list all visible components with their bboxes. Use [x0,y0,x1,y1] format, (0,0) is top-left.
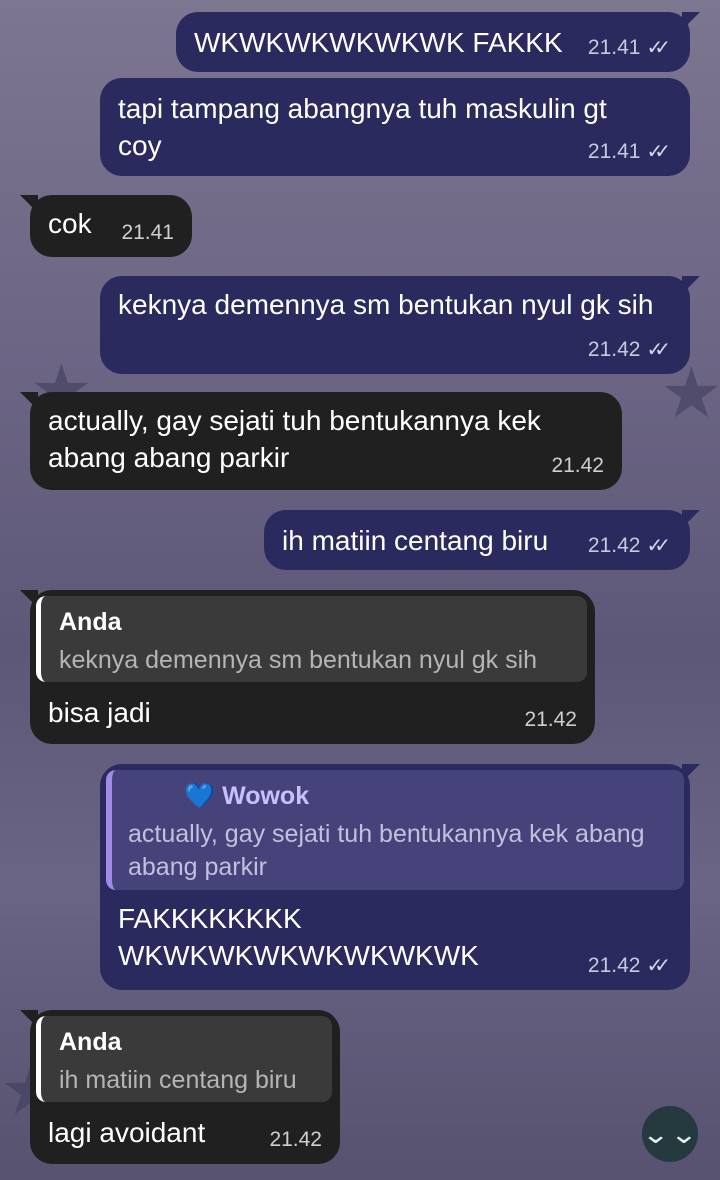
message-meta: 21.41 ✓✓ [588,139,672,164]
message-bubble-incoming[interactable]: actually, gay sejati tuh bentukannya kek… [20,392,622,490]
reply-text: actually, gay sejati tuh bentukannya kek… [128,820,645,881]
message-bubble-incoming[interactable]: cok 21.41 [20,195,192,257]
bubble-tail [682,12,700,30]
double-check-icon: ✓✓ [646,141,670,163]
message-meta: 21.41 [121,221,174,245]
message-bubble-incoming[interactable]: Anda keknya demennya sm bentukan nyul gk… [20,590,595,744]
message-text: bisa jadi [48,697,151,728]
reply-text: keknya demennya sm bentukan nyul gk sih [59,646,538,674]
message-text: actually, gay sejati tuh bentukannya kek… [48,405,541,473]
message-time: 21.41 [587,35,641,59]
message-meta: 21.42 [551,454,604,478]
bubble-tail [682,510,700,528]
message-text: lagi avoidant [48,1117,206,1148]
message-meta: 21.42 ✓✓ [588,337,672,362]
scroll-down-button[interactable]: ⌄⌄ [642,1106,698,1162]
reply-quote[interactable]: Anda ih matiin centang biru [36,1016,332,1102]
message-bubble-outgoing[interactable]: WKWKWKWKWKWK FAKKK 21.41 ✓✓ [176,12,700,72]
bubble-tail [682,276,700,294]
double-check-icon: ✓✓ [646,37,670,59]
message-time: 21.42 [551,454,604,477]
message-time: 21.41 [587,139,641,163]
message-bubble-incoming[interactable]: Anda ih matiin centang biru lagi avoidan… [20,1010,340,1164]
message-bubble-outgoing[interactable]: keknya demennya sm bentukan nyul gk sih … [100,276,700,374]
reply-sender-name: Anda [59,1028,122,1056]
message-bubble-outgoing[interactable]: tapi tampang abangnya tuh maskulin gt co… [100,78,690,176]
message-time: 21.41 [121,221,174,244]
message-time: 21.42 [587,953,641,977]
message-meta: 21.42 ✓✓ [588,533,672,558]
message-bubble-outgoing[interactable]: 💙 Wowok actually, gay sejati tuh bentuka… [100,764,700,990]
double-check-icon: ✓✓ [646,339,670,361]
message-time: 21.42 [587,533,641,557]
double-chevron-down-icon: ⌄⌄ [641,1118,699,1149]
reply-text: ih matiin centang biru [59,1066,297,1094]
reply-quote[interactable]: Anda keknya demennya sm bentukan nyul gk… [36,596,587,682]
bubble-tail [20,195,38,213]
message-bubble-outgoing[interactable]: ih matiin centang biru 21.42 ✓✓ [264,510,700,570]
message-meta: 21.42 [269,1128,322,1152]
message-text: FAKKKKKKKK WKWKWKWKWKWKWKWK [118,903,479,971]
message-text: WKWKWKWKWKWK FAKKK [194,27,563,58]
message-text: tapi tampang abangnya tuh maskulin gt co… [118,93,607,161]
message-meta: 21.42 ✓✓ [588,953,672,978]
double-check-icon: ✓✓ [646,535,670,557]
message-time: 21.42 [269,1128,322,1151]
message-text: keknya demennya sm bentukan nyul gk sih [118,289,654,320]
message-meta: 21.41 ✓✓ [588,35,672,60]
reply-quote[interactable]: 💙 Wowok actually, gay sejati tuh bentuka… [106,770,684,890]
message-time: 21.42 [587,337,641,361]
message-meta: 21.42 [524,708,577,732]
message-text: cok [48,208,92,239]
reply-sender-name: 💙 Wowok [184,782,310,810]
message-time: 21.42 [524,708,577,731]
double-check-icon: ✓✓ [646,955,670,977]
bubble-tail [20,392,38,410]
reply-sender-name: Anda [59,608,122,636]
message-text: ih matiin centang biru [282,525,549,556]
bubble-tail [682,764,700,782]
